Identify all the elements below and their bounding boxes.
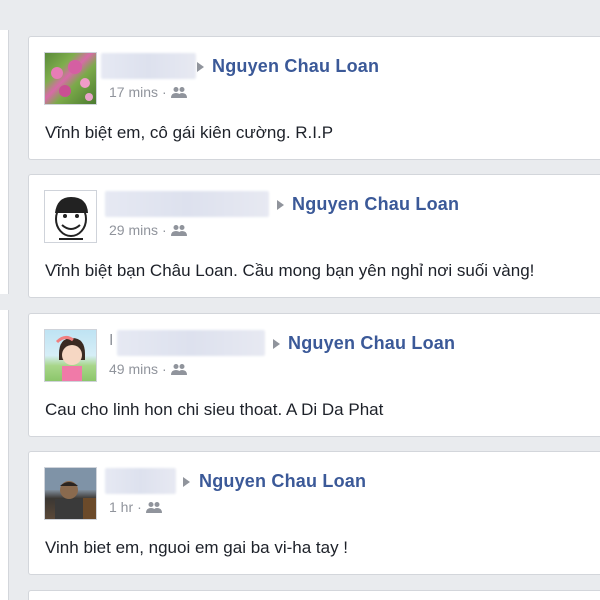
friends-icon[interactable] <box>145 501 162 513</box>
feed-post <box>28 590 600 600</box>
meta-separator: · <box>162 84 167 100</box>
blurred-author-name <box>117 330 265 356</box>
post-target-link[interactable]: Nguyen Chau Loan <box>199 471 366 492</box>
friends-icon[interactable] <box>170 363 187 375</box>
post-meta: 49 mins · <box>109 361 187 377</box>
meta-separator: · <box>162 361 167 377</box>
post-meta: 17 mins · <box>109 84 187 100</box>
post-target-link[interactable]: Nguyen Chau Loan <box>292 194 459 215</box>
post-target-link[interactable]: Nguyen Chau Loan <box>212 56 379 77</box>
post-message: Vinh biet em, nguoi em gai ba vi-ha tay … <box>45 538 349 557</box>
avatar[interactable] <box>44 190 97 243</box>
post-timestamp[interactable]: 17 mins <box>109 84 158 100</box>
left-column-panel <box>0 30 9 294</box>
share-arrow-icon <box>183 477 190 487</box>
post-message: Cau cho linh hon chi sieu thoat. A Di Da… <box>45 400 384 419</box>
feed-post: Nguyen Chau Loan 17 mins · Vĩnh biệt em,… <box>28 36 600 160</box>
avatar[interactable] <box>44 329 97 382</box>
friends-icon[interactable] <box>170 224 187 236</box>
post-timestamp[interactable]: 29 mins <box>109 222 158 238</box>
news-feed: Nguyen Chau Loan 17 mins · Vĩnh biệt em,… <box>0 0 600 600</box>
feed-post: Nguyen Chau Loan 29 mins · Vĩnh biệt bạn… <box>28 174 600 298</box>
avatar[interactable] <box>44 467 97 520</box>
blurred-author-name <box>105 468 176 494</box>
post-timestamp[interactable]: 1 hr <box>109 499 133 515</box>
meta-separator: · <box>162 222 167 238</box>
feed-post: Nguyen Chau Loan 1 hr · Vinh biet em, ng… <box>28 451 600 575</box>
blurred-author-name <box>105 191 269 217</box>
author-name-fragment: I <box>109 332 114 349</box>
share-arrow-icon <box>277 200 284 210</box>
avatar[interactable] <box>44 52 97 105</box>
share-arrow-icon <box>273 339 280 349</box>
post-message: Vĩnh biệt em, cô gái kiên cường. R.I.P <box>45 123 334 142</box>
meta-separator: · <box>137 499 142 515</box>
share-arrow-icon <box>197 62 204 72</box>
blurred-author-name <box>101 53 196 79</box>
post-timestamp[interactable]: 49 mins <box>109 361 158 377</box>
post-target-link[interactable]: Nguyen Chau Loan <box>288 333 455 354</box>
post-meta: 29 mins · <box>109 222 187 238</box>
friends-icon[interactable] <box>170 86 187 98</box>
left-column-panel <box>0 310 9 600</box>
post-message: Vĩnh biệt bạn Châu Loan. Cầu mong bạn yê… <box>45 261 535 280</box>
feed-post: I Nguyen Chau Loan 49 mins · Cau cho lin… <box>28 313 600 437</box>
post-meta: 1 hr · <box>109 499 162 515</box>
